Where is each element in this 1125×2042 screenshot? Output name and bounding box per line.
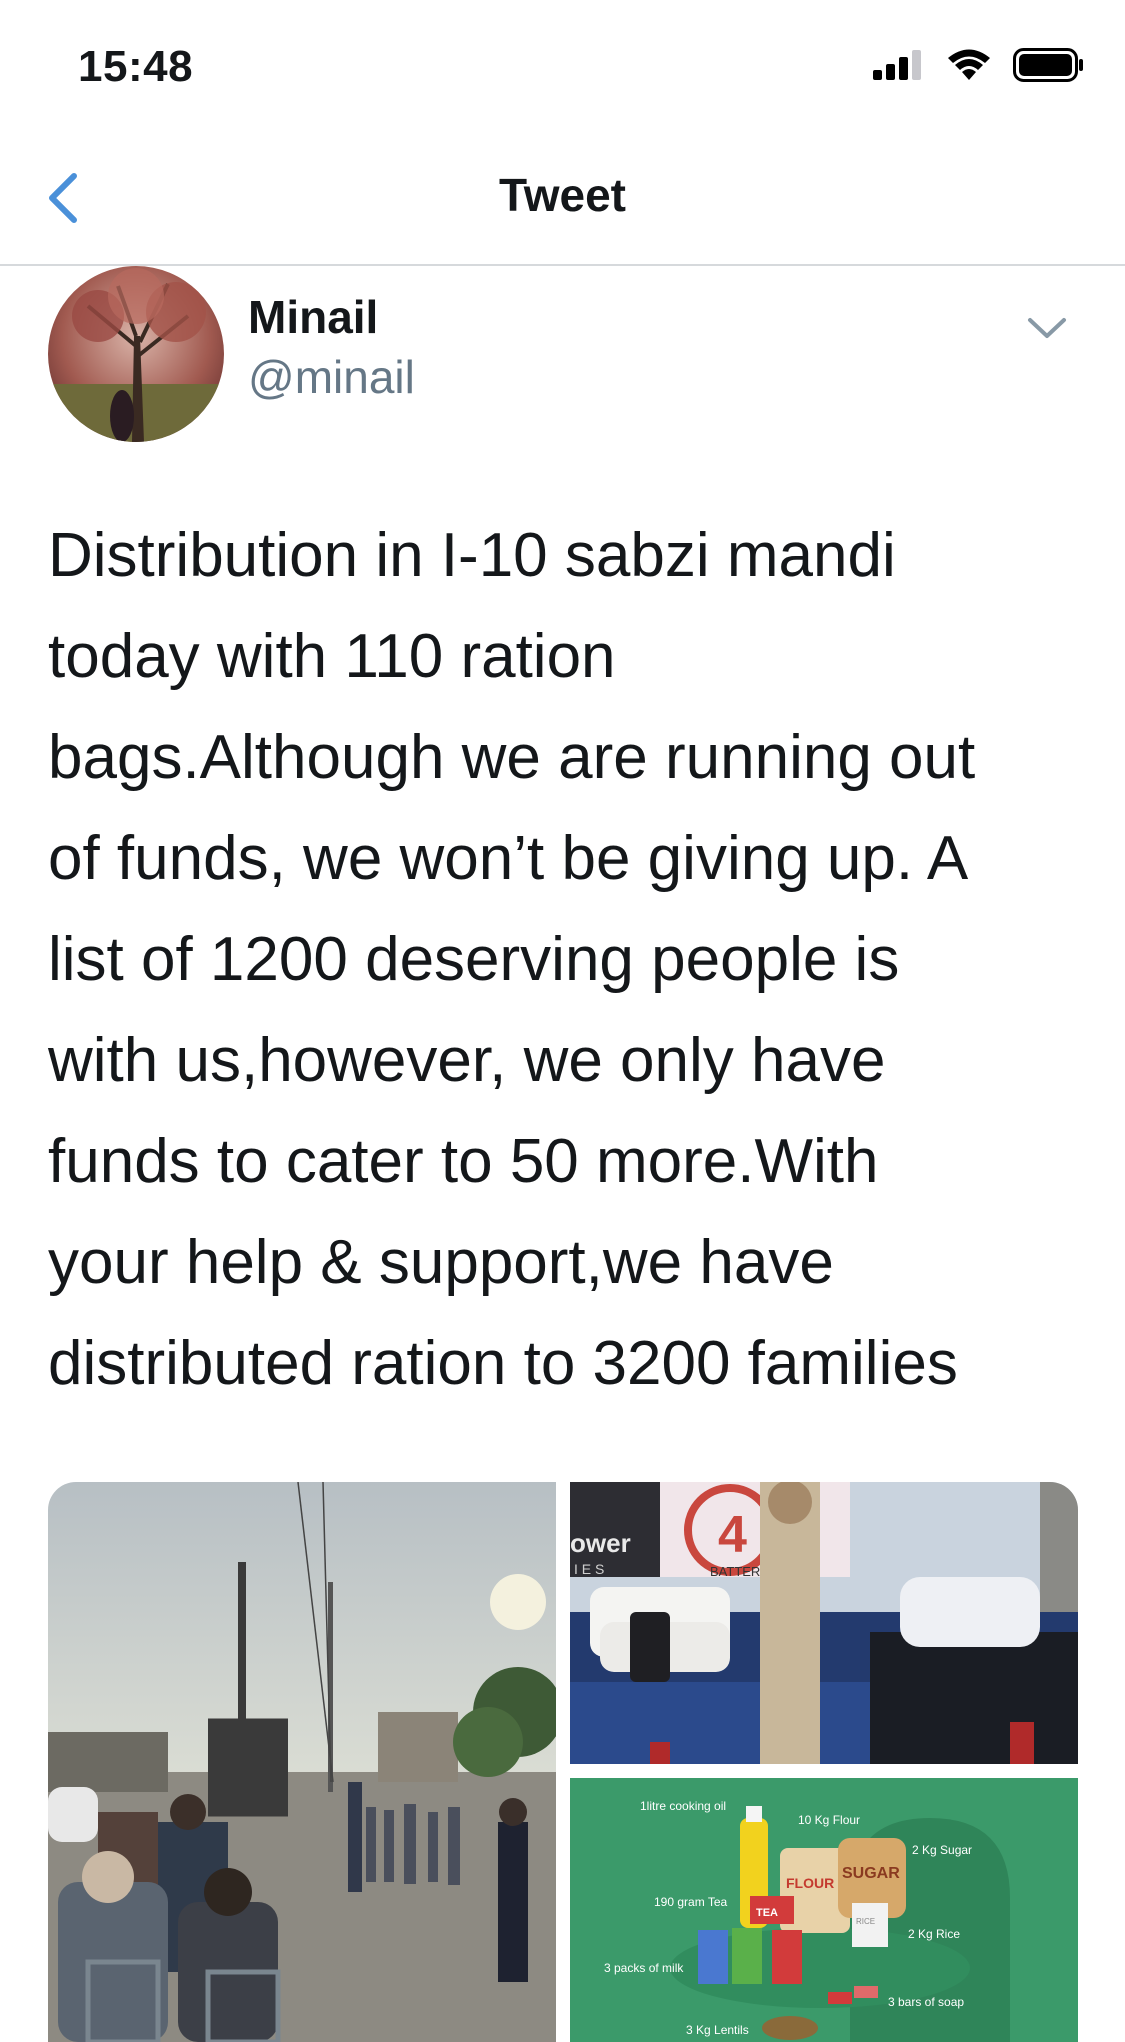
tweet-text-line: funds to cater to 50 more.With: [48, 1127, 879, 1196]
tea-box-label: TEA: [756, 1907, 778, 1919]
media-photo-truck[interactable]: 4 ower I E S BATTER: [570, 1482, 1078, 1764]
tweet-text: Distribution in I-10 sabzi mandi today w…: [48, 505, 1078, 1414]
tweet-text-line: with us,however, we only have: [48, 1026, 886, 1095]
nav-bar: Tweet: [0, 140, 1125, 266]
battery-icon: [1013, 48, 1083, 82]
tweet-media-grid: 4 ower I E S BATTER FLOUR SUGAR TEA RICE…: [48, 1482, 1078, 2042]
ration-label-sugar: 2 Kg Sugar: [912, 1843, 972, 1857]
truck-sign-ies: I E S: [574, 1561, 604, 1577]
chevron-down-icon: [1028, 318, 1066, 338]
truck-sign-power: ower: [570, 1528, 631, 1558]
ration-label-lentils: 3 Kg Lentils: [686, 2023, 749, 2037]
avatar[interactable]: [48, 266, 224, 442]
ration-label-milk: 3 packs of milk: [604, 1961, 684, 1975]
status-icons: [873, 48, 1085, 82]
tweet-text-line: distributed ration to 3200 families: [48, 1329, 958, 1398]
tweet-text-line: of funds, we won’t be giving up. A: [48, 824, 969, 893]
truck-sign-batter: BATTER: [710, 1564, 760, 1579]
media-photo-queue[interactable]: [48, 1482, 556, 2042]
ration-label-oil: 1litre cooking oil: [640, 1799, 726, 1813]
ration-label-flour: 10 Kg Flour: [798, 1813, 860, 1827]
author-display-name[interactable]: Minail: [248, 290, 378, 344]
ration-label-soap: 3 bars of soap: [888, 1995, 964, 2009]
tweet-text-line: bags.Although we are running out: [48, 723, 976, 792]
truck-sign-badge: 4: [718, 1506, 747, 1564]
media-photo-rations[interactable]: FLOUR SUGAR TEA RICE 1litre cooking oil …: [570, 1778, 1078, 2042]
page-title: Tweet: [499, 169, 626, 221]
tweet-text-line: your help & support,we have: [48, 1228, 834, 1297]
ration-label-tea: 190 gram Tea: [654, 1895, 727, 1909]
ration-label-rice: 2 Kg Rice: [908, 1927, 960, 1941]
cellular-signal-icon: [873, 50, 921, 80]
tweet-header: Minail @minail: [48, 266, 1088, 446]
sugar-bag-label: SUGAR: [842, 1865, 900, 1882]
status-bar: 15:48: [0, 0, 1125, 140]
tweet-text-line: today with 110 ration: [48, 622, 616, 691]
tweet-text-line: Distribution in I-10 sabzi mandi: [48, 521, 896, 590]
status-time: 15:48: [78, 42, 194, 91]
tweet-text-line: list of 1200 deserving people is: [48, 925, 900, 994]
rice-box-label: RICE: [856, 1917, 875, 1926]
more-options-button[interactable]: [1024, 312, 1070, 342]
wifi-icon: [948, 49, 990, 80]
author-handle[interactable]: @minail: [248, 350, 415, 404]
flour-bag-label: FLOUR: [786, 1875, 834, 1891]
